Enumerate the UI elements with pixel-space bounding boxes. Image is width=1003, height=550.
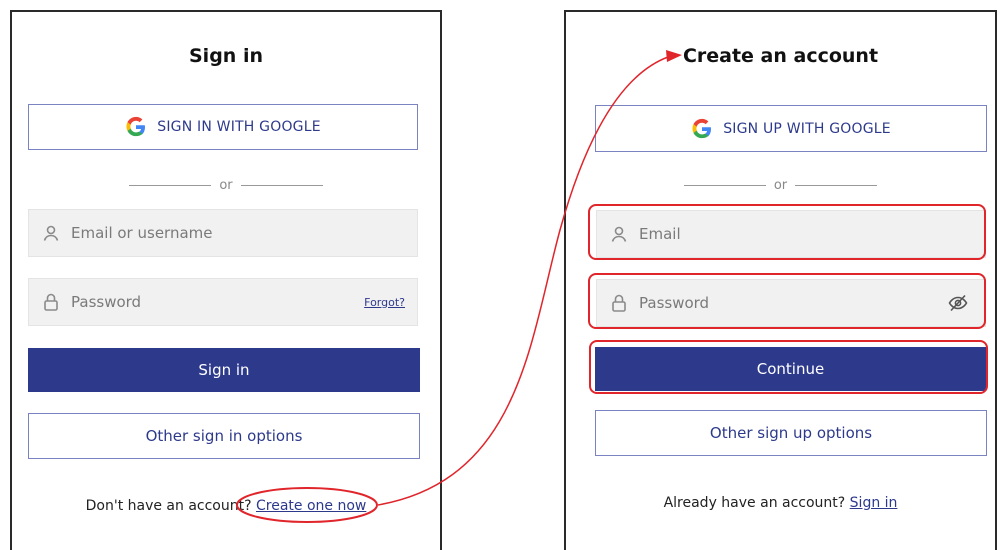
divider-line xyxy=(683,184,766,186)
email-field[interactable]: Email xyxy=(596,210,986,258)
or-divider: or xyxy=(12,175,440,195)
lock-icon xyxy=(609,293,629,313)
or-divider: or xyxy=(566,175,995,195)
divider-line xyxy=(795,184,878,186)
sign-in-panel: Sign in SIGN IN WITH GOOGLE or Email or … xyxy=(10,10,442,550)
or-text: or xyxy=(219,177,233,193)
email-or-username-field[interactable]: Email or username xyxy=(28,209,418,257)
password-field[interactable]: Password xyxy=(596,279,986,327)
create-account-panel: Create an account SIGN UP WITH GOOGLE or… xyxy=(564,10,997,550)
eye-off-icon[interactable] xyxy=(947,292,969,314)
user-icon xyxy=(609,224,629,244)
footer-text: Already have an account? xyxy=(663,495,846,511)
sign-in-link[interactable]: Sign in xyxy=(850,495,898,511)
continue-button[interactable]: Continue xyxy=(595,347,986,391)
google-g-icon xyxy=(125,116,147,138)
divider-line xyxy=(240,184,323,186)
other-sign-in-options-button[interactable]: Other sign in options xyxy=(28,413,420,459)
password-placeholder: Password xyxy=(639,294,710,312)
sign-up-with-google-button[interactable]: SIGN UP WITH GOOGLE xyxy=(595,105,987,152)
google-button-label: SIGN UP WITH GOOGLE xyxy=(723,120,891,137)
sign-in-with-google-button[interactable]: SIGN IN WITH GOOGLE xyxy=(28,104,418,150)
sign-in-title: Sign in xyxy=(189,45,263,67)
user-icon xyxy=(41,223,61,243)
divider-line xyxy=(129,184,212,186)
create-account-footer: Already have an account? Sign in xyxy=(566,495,995,511)
password-field[interactable]: Password Forgot? xyxy=(28,278,418,326)
create-account-link[interactable]: Create one now xyxy=(256,498,366,514)
sign-in-button[interactable]: Sign in xyxy=(28,348,420,392)
email-placeholder: Email xyxy=(639,225,681,243)
password-placeholder: Password xyxy=(71,293,142,311)
google-g-icon xyxy=(691,118,713,140)
sign-in-footer: Don't have an account? Create one now xyxy=(12,498,440,514)
forgot-password-link[interactable]: Forgot? xyxy=(364,296,405,309)
email-placeholder: Email or username xyxy=(71,224,213,242)
create-account-title: Create an account xyxy=(682,45,879,67)
google-button-label: SIGN IN WITH GOOGLE xyxy=(157,119,321,135)
or-text: or xyxy=(773,177,788,193)
footer-text: Don't have an account? xyxy=(85,498,252,514)
lock-icon xyxy=(41,292,61,312)
other-sign-up-options-button[interactable]: Other sign up options xyxy=(595,410,987,456)
